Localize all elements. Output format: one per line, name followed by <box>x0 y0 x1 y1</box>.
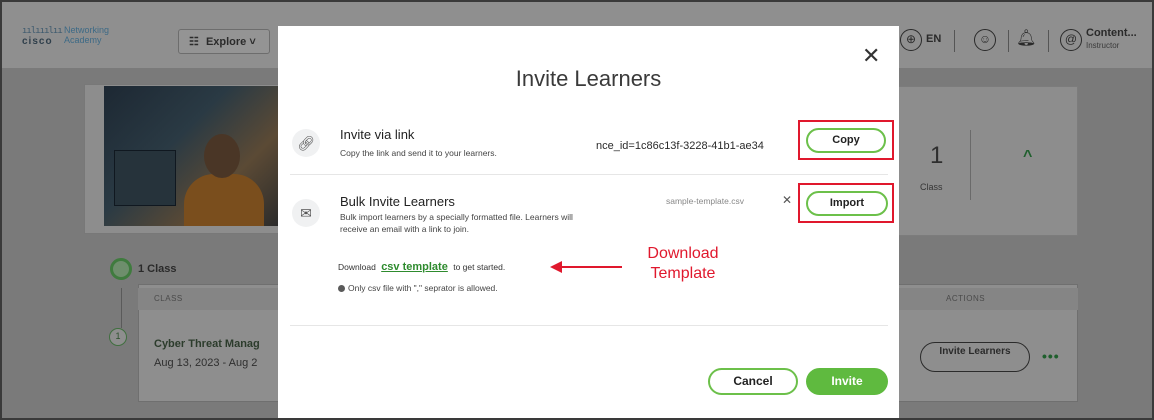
download-template-line: Download csv template to get started. <box>338 261 505 273</box>
divider <box>970 130 971 200</box>
info-icon <box>338 285 345 292</box>
invite-button[interactable]: Invite <box>806 368 888 395</box>
invite-via-link-title: Invite via link <box>340 127 415 142</box>
grid-icon: ☷ <box>189 36 199 48</box>
timeline-line <box>121 288 122 328</box>
csv-template-link[interactable]: csv template <box>381 261 448 273</box>
divider <box>290 174 888 175</box>
cisco-wordmark: cisco <box>22 36 53 47</box>
user-role: Instructor <box>1086 41 1120 50</box>
divider <box>1008 30 1009 52</box>
user-name[interactable]: Content... <box>1086 27 1137 39</box>
import-highlight-box <box>798 183 894 223</box>
modal-title: Invite Learners <box>515 66 662 91</box>
invite-learners-button[interactable]: Invite Learners <box>920 342 1030 372</box>
person-body-shape <box>184 174 264 226</box>
networking-academy-label: Networking Academy <box>64 25 110 45</box>
cancel-button[interactable]: Cancel <box>708 368 798 395</box>
chat-icon[interactable]: ☺ <box>974 29 996 51</box>
cisco-bars-logo: ıılııılıı <box>22 26 63 36</box>
globe-icon[interactable]: ⊕ <box>900 29 922 51</box>
person-face-shape <box>204 134 240 178</box>
more-actions-icon[interactable]: ••• <box>1042 348 1060 364</box>
course-name-link[interactable]: Cyber Threat Manag <box>154 338 279 350</box>
download-suffix: to get started. <box>453 262 506 272</box>
download-prefix: Download <box>338 262 376 272</box>
remove-file-icon[interactable]: ✕ <box>782 193 792 207</box>
divider <box>290 325 888 326</box>
invite-learners-modal: ✕ Invite Learners 🔗︎ Invite via link Cop… <box>278 26 899 418</box>
explore-label: Explore <box>205 36 247 48</box>
divider <box>1048 30 1049 52</box>
bulk-invite-description: Bulk import learners by a specially form… <box>340 212 573 234</box>
user-avatar-icon[interactable]: @ <box>1060 29 1082 51</box>
csv-format-note: Only csv file with "," seprator is allow… <box>338 283 498 293</box>
stats-card <box>898 86 1078 236</box>
close-icon[interactable]: ✕ <box>862 45 880 67</box>
invite-via-link-description: Copy the link and send it to your learne… <box>340 148 497 158</box>
class-count-label: 1 Class <box>138 263 177 275</box>
link-icon: 🔗︎ <box>292 129 320 157</box>
annotation-arrow-icon <box>550 261 562 273</box>
monitor-shape <box>114 150 176 206</box>
bell-icon[interactable]: 🔔︎ <box>1016 28 1036 48</box>
chevron-up-icon[interactable]: ^ <box>1023 148 1032 166</box>
explore-menu-button[interactable]: ☷ Explore ˅ <box>178 29 270 54</box>
screen-frame: ıılııılıı cisco Networking Academy ☷ Exp… <box>0 0 1154 420</box>
course-photo <box>104 86 279 226</box>
annotation-arrow-shaft <box>560 266 622 268</box>
csv-note-text: Only csv file with "," seprator is allow… <box>348 283 498 293</box>
chevron-down-icon: ˅ <box>249 36 256 48</box>
copy-highlight-box <box>798 120 894 160</box>
selected-file-name: sample-template.csv <box>666 196 744 206</box>
bulk-invite-title: Bulk Invite Learners <box>340 194 455 209</box>
divider <box>954 30 955 52</box>
annotation-line-1: Download <box>647 245 719 262</box>
annotation-line-2: Template <box>650 265 716 282</box>
status-ring-icon <box>110 258 132 280</box>
column-header-class: CLASS <box>154 294 183 303</box>
course-dates: Aug 13, 2023 - Aug 2 <box>154 357 258 369</box>
row-index-badge: 1 <box>109 328 127 346</box>
invite-link-field[interactable]: nce_id=1c86c13f-3228-41b1-ae34 <box>596 134 801 158</box>
cisco-networking-academy-logo[interactable]: ıılııılıı cisco Networking Academy <box>22 25 109 47</box>
mail-icon: ✉ <box>292 199 320 227</box>
column-header-actions: ACTIONS <box>946 294 986 303</box>
language-label[interactable]: EN <box>926 33 941 45</box>
class-stat-label: Class <box>920 182 943 192</box>
download-template-annotation: Download Template <box>628 244 738 284</box>
class-stat-value: 1 <box>930 142 944 169</box>
